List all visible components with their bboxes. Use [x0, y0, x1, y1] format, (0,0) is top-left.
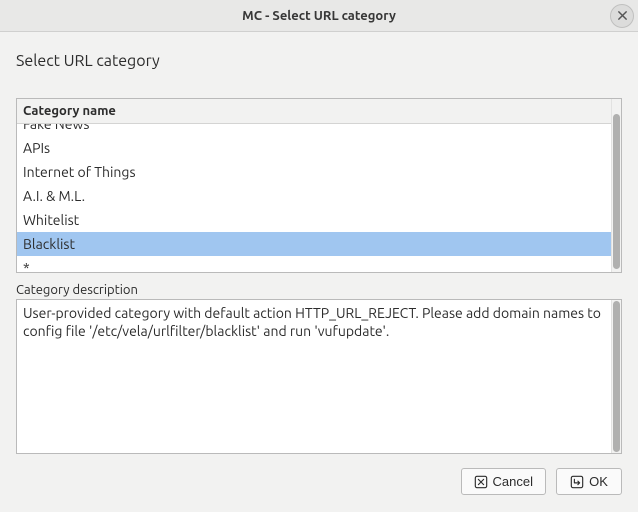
description-scrollbar[interactable] — [611, 300, 621, 453]
titlebar: MC - Select URL category — [0, 0, 638, 32]
list-item[interactable]: APIs — [17, 136, 611, 160]
category-list[interactable]: Category name Fake NewsAPIsInternet of T… — [17, 99, 611, 272]
close-icon — [617, 8, 628, 24]
description-label: Category description — [16, 283, 622, 297]
description-container: User-provided category with default acti… — [16, 299, 622, 454]
ok-label: OK — [589, 474, 608, 489]
window-body: Select URL category Category name Fake N… — [0, 32, 638, 512]
window-title: MC - Select URL category — [242, 9, 396, 23]
cancel-icon — [474, 475, 488, 489]
description-text: User-provided category with default acti… — [17, 300, 611, 453]
description-scrollbar-thumb[interactable] — [613, 301, 620, 452]
category-list-container: Category name Fake NewsAPIsInternet of T… — [16, 98, 622, 273]
ok-icon — [570, 475, 584, 489]
list-item[interactable]: A.I. & M.L. — [17, 184, 611, 208]
close-button[interactable] — [610, 4, 634, 28]
list-scrollbar-thumb[interactable] — [613, 114, 620, 269]
list-scrollbar[interactable] — [611, 99, 621, 272]
list-item[interactable]: Blacklist — [17, 232, 611, 256]
page-title: Select URL category — [16, 52, 622, 70]
list-header[interactable]: Category name — [17, 99, 611, 124]
list-item[interactable]: Internet of Things — [17, 160, 611, 184]
list-item[interactable]: * — [17, 256, 611, 272]
ok-button[interactable]: OK — [556, 468, 622, 495]
list-item[interactable]: Whitelist — [17, 208, 611, 232]
cancel-label: Cancel — [493, 474, 533, 489]
cancel-button[interactable]: Cancel — [461, 468, 546, 495]
button-row: Cancel OK — [16, 468, 622, 495]
